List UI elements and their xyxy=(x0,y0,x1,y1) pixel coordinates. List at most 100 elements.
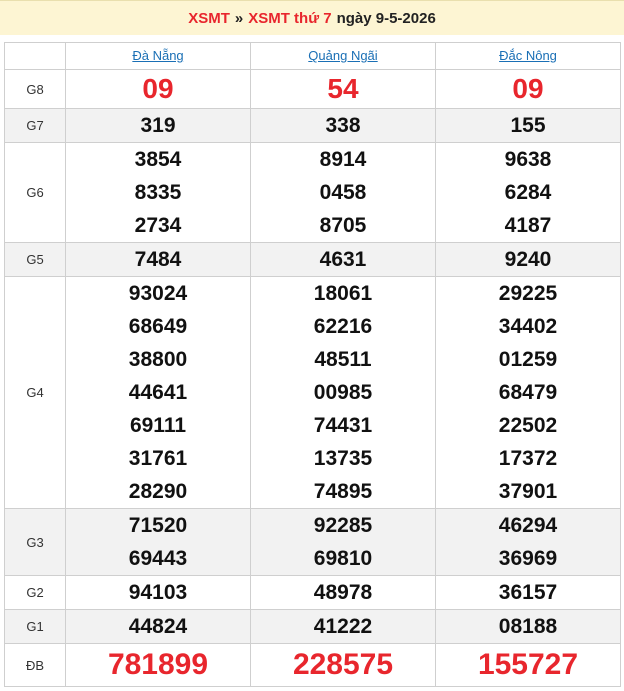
prize-number: 0458 xyxy=(319,181,367,204)
prize-number: 69443 xyxy=(128,547,188,570)
prize-number: 8914 xyxy=(319,148,367,171)
corner-cell xyxy=(4,42,66,70)
prize-number: 44641 xyxy=(128,381,188,404)
prize-number: 93024 xyxy=(128,282,188,305)
province-link-quang-ngai[interactable]: Quảng Ngãi xyxy=(308,48,377,63)
province-link-dac-nong[interactable]: Đắc Nông xyxy=(499,48,557,63)
prize-number: 7484 xyxy=(134,248,182,271)
prize-number: 08188 xyxy=(498,615,558,638)
prize-cell: 228575 xyxy=(250,643,436,687)
province-header: Đà Nẵng xyxy=(65,42,251,70)
prize-number: 22502 xyxy=(498,414,558,437)
prize-number: 01259 xyxy=(498,348,558,371)
prize-cell: 36157 xyxy=(435,575,621,610)
prize-cell: 09 xyxy=(435,69,621,109)
prize-row-special: ĐB 781899 228575 155727 xyxy=(4,643,621,687)
prize-number: 29225 xyxy=(498,282,558,305)
prize-row-g8: G8 09 54 09 xyxy=(4,69,621,109)
prize-label: G4 xyxy=(4,276,66,509)
prize-label: G2 xyxy=(4,575,66,610)
prize-number: 8705 xyxy=(319,214,367,237)
region-link[interactable]: XSMT xyxy=(188,10,230,27)
prize-cell: 46294 36969 xyxy=(435,508,621,576)
province-link-da-nang[interactable]: Đà Nẵng xyxy=(132,48,183,63)
prize-cell: 09 xyxy=(65,69,251,109)
prize-number: 92285 xyxy=(313,514,373,537)
prize-number: 41222 xyxy=(313,615,373,638)
prize-cell: 9240 xyxy=(435,242,621,277)
prize-cell: 41222 xyxy=(250,609,436,644)
prize-cell: 155 xyxy=(435,108,621,143)
prize-number: 338 xyxy=(325,114,361,137)
prize-cell: 29225 34402 01259 68479 22502 17372 3790… xyxy=(435,276,621,509)
prize-cell: 7484 xyxy=(65,242,251,277)
prize-cell: 319 xyxy=(65,108,251,143)
prize-number: 36969 xyxy=(498,547,558,570)
prize-row-g3: G3 71520 69443 92285 69810 46294 36969 xyxy=(4,508,621,576)
special-prize-number: 228575 xyxy=(292,648,394,681)
prize-number: 69810 xyxy=(313,547,373,570)
prize-number: 68479 xyxy=(498,381,558,404)
special-prize-number: 155727 xyxy=(477,648,579,681)
prize-cell: 54 xyxy=(250,69,436,109)
prize-number: 3854 xyxy=(134,148,182,171)
prize-cell: 155727 xyxy=(435,643,621,687)
province-header-row: Đà Nẵng Quảng Ngãi Đắc Nông xyxy=(4,42,621,70)
prize-number: 28290 xyxy=(128,480,188,503)
prize-number: 4187 xyxy=(504,214,552,237)
prize-row-g7: G7 319 338 155 xyxy=(4,108,621,143)
prize-number: 71520 xyxy=(128,514,188,537)
prize-number: 155 xyxy=(510,114,546,137)
prize-number: 9638 xyxy=(504,148,552,171)
draw-date: ngày 9-5-2026 xyxy=(336,9,436,27)
prize-number: 44824 xyxy=(128,615,188,638)
prize-number: 74895 xyxy=(313,480,373,503)
prize-number: 09 xyxy=(142,73,174,104)
prize-row-g1: G1 44824 41222 08188 xyxy=(4,609,621,644)
prize-number: 17372 xyxy=(498,447,558,470)
prize-cell: 781899 xyxy=(65,643,251,687)
prize-number: 18061 xyxy=(313,282,373,305)
prize-number: 13735 xyxy=(313,447,373,470)
prize-number: 9240 xyxy=(504,248,552,271)
prize-label: G5 xyxy=(4,242,66,277)
prize-label: G3 xyxy=(4,508,66,576)
prize-label: G6 xyxy=(4,142,66,243)
breadcrumb-separator: » xyxy=(234,9,244,27)
prize-label: G7 xyxy=(4,108,66,143)
prize-number: 62216 xyxy=(313,315,373,338)
prize-cell: 93024 68649 38800 44641 69111 31761 2829… xyxy=(65,276,251,509)
prize-cell: 8914 0458 8705 xyxy=(250,142,436,243)
prize-label: G1 xyxy=(4,609,66,644)
prize-cell: 4631 xyxy=(250,242,436,277)
prize-cell: 44824 xyxy=(65,609,251,644)
results-table: Đà Nẵng Quảng Ngãi Đắc Nông G8 09 54 09 … xyxy=(4,42,621,687)
prize-number: 46294 xyxy=(498,514,558,537)
prize-row-g5: G5 7484 4631 9240 xyxy=(4,242,621,277)
prize-number: 4631 xyxy=(319,248,367,271)
prize-row-g4: G4 93024 68649 38800 44641 69111 31761 2… xyxy=(4,276,621,509)
special-prize-number: 781899 xyxy=(107,648,209,681)
prize-number: 48978 xyxy=(313,581,373,604)
prize-cell: 9638 6284 4187 xyxy=(435,142,621,243)
prize-number: 09 xyxy=(512,73,544,104)
prize-number: 2734 xyxy=(134,214,182,237)
prize-number: 00985 xyxy=(313,381,373,404)
prize-number: 6284 xyxy=(504,181,552,204)
prize-number: 38800 xyxy=(128,348,188,371)
prize-number: 36157 xyxy=(498,581,558,604)
prize-cell: 3854 8335 2734 xyxy=(65,142,251,243)
prize-number: 48511 xyxy=(314,348,372,371)
prize-number: 69111 xyxy=(129,414,187,437)
prize-cell: 338 xyxy=(250,108,436,143)
prize-label: ĐB xyxy=(4,643,66,687)
day-link[interactable]: XSMT thứ 7 xyxy=(248,10,331,27)
prize-number: 94103 xyxy=(128,581,188,604)
prize-number: 37901 xyxy=(498,480,558,503)
prize-number: 8335 xyxy=(134,181,182,204)
prize-cell: 48978 xyxy=(250,575,436,610)
prize-cell: 94103 xyxy=(65,575,251,610)
prize-cell: 08188 xyxy=(435,609,621,644)
prize-number: 34402 xyxy=(498,315,558,338)
prize-cell: 18061 62216 48511 00985 74431 13735 7489… xyxy=(250,276,436,509)
